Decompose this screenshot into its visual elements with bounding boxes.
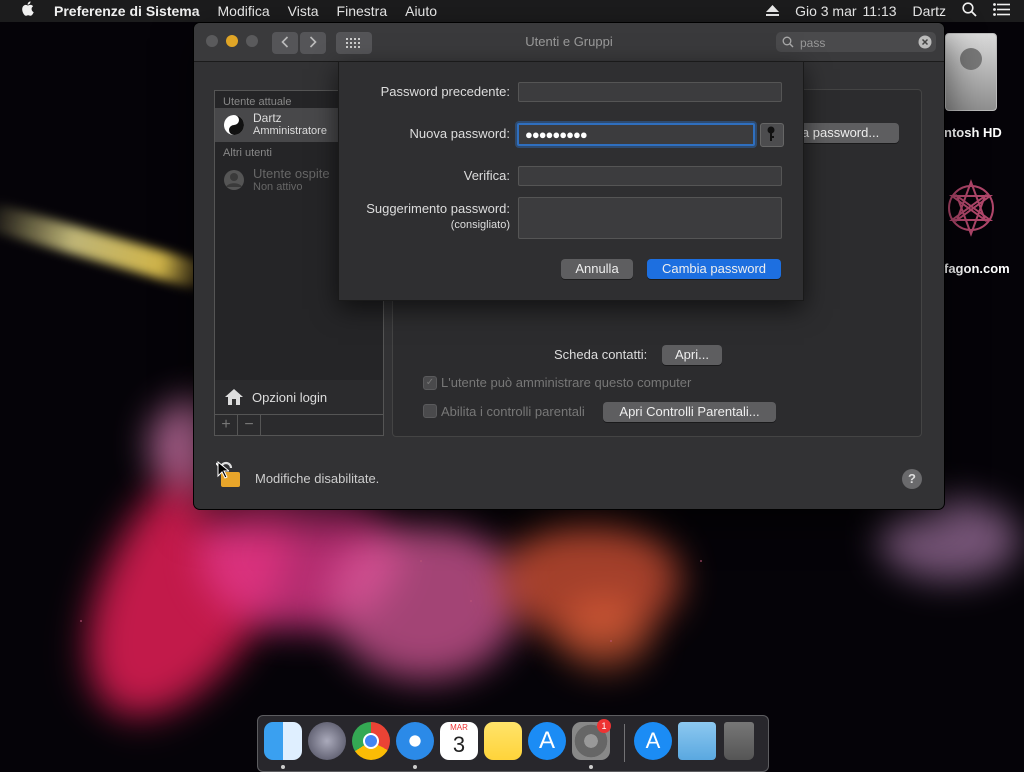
menu-vista[interactable]: Vista	[288, 3, 319, 19]
flower-icon[interactable]	[940, 168, 1002, 248]
add-remove-bar: + −	[214, 414, 384, 436]
login-options-item[interactable]: Opzioni login	[214, 380, 384, 415]
change-password-confirm-button[interactable]: Cambia password	[647, 259, 781, 279]
menu-bar: Preferenze di Sistema Modifica Vista Fin…	[0, 0, 1024, 22]
open-contact-button[interactable]: Apri...	[662, 345, 722, 365]
safari-running-indicator	[413, 765, 417, 769]
trash-icon[interactable]	[724, 722, 754, 760]
dock: MAR 3 A 1 A	[257, 715, 769, 772]
hard-disk-icon[interactable]	[945, 33, 997, 111]
hint-sub-label: (consigliato)	[450, 219, 510, 231]
search-input[interactable]	[798, 34, 912, 52]
password-assistant-button[interactable]	[760, 123, 784, 147]
website-label[interactable]: fagon.com	[944, 261, 1010, 276]
clear-search-icon[interactable]	[918, 35, 932, 49]
notification-center-icon[interactable]	[993, 3, 1010, 19]
notification-badge: 1	[597, 719, 611, 733]
dock-separator	[624, 724, 625, 762]
app-store-icon[interactable]: A	[528, 722, 566, 760]
contact-card-label: Scheda contatti:	[554, 347, 648, 362]
finder-running-indicator	[281, 765, 285, 769]
downloads-folder-icon[interactable]	[678, 722, 716, 760]
eject-icon[interactable]	[766, 3, 780, 19]
new-password-field[interactable]: ●●●●●●●●●	[517, 123, 755, 146]
search-field[interactable]	[776, 32, 936, 52]
menu-finestra[interactable]: Finestra	[337, 3, 388, 19]
calendar-day: 3	[452, 732, 466, 757]
mouse-cursor-icon	[217, 461, 229, 479]
search-icon	[782, 36, 794, 48]
menubar-time[interactable]: 11:13	[863, 3, 897, 19]
finder-icon[interactable]	[264, 722, 302, 760]
lock-status-text: Modifiche disabilitate.	[255, 471, 380, 486]
old-password-label: Password precedente:	[380, 84, 510, 99]
parental-controls-label: Abilita i controlli parentali	[441, 404, 585, 419]
open-parental-controls-button[interactable]: Apri Controlli Parentali...	[603, 402, 776, 422]
verify-label: Verifica:	[463, 168, 510, 183]
old-password-field[interactable]	[518, 82, 782, 102]
remove-user-button[interactable]: −	[238, 415, 261, 435]
safari-icon[interactable]	[396, 722, 434, 760]
cancel-button[interactable]: Annulla	[561, 259, 633, 279]
key-icon	[767, 126, 775, 141]
chrome-icon[interactable]	[352, 722, 390, 760]
window-titlebar[interactable]: Utenti e Gruppi	[194, 23, 944, 62]
admin-checkbox-label: L'utente può amministrare questo compute…	[441, 375, 692, 390]
hard-disk-label[interactable]: ntosh HD	[944, 125, 1002, 140]
applications-folder-icon[interactable]: A	[634, 722, 672, 760]
notes-icon[interactable]	[484, 722, 522, 760]
add-user-button[interactable]: +	[215, 415, 238, 435]
change-password-button[interactable]: ia password...	[797, 123, 899, 143]
menu-modifica[interactable]: Modifica	[218, 3, 270, 19]
verify-password-field[interactable]	[518, 166, 782, 186]
yin-yang-avatar-icon	[224, 115, 244, 135]
launchpad-icon[interactable]	[308, 722, 346, 760]
change-password-sheet: Password precedente: Nuova password: ●●●…	[338, 61, 804, 301]
menubar-user[interactable]: Dartz	[913, 3, 946, 19]
menu-app-name[interactable]: Preferenze di Sistema	[54, 3, 200, 19]
parental-controls-checkbox[interactable]	[423, 404, 437, 418]
apple-menu-icon[interactable]	[0, 1, 54, 21]
new-password-label: Nuova password:	[409, 126, 510, 141]
admin-checkbox[interactable]: ✓	[423, 376, 437, 390]
guest-user-icon	[224, 170, 244, 190]
menu-aiuto[interactable]: Aiuto	[405, 3, 437, 19]
house-icon	[225, 389, 243, 405]
password-hint-field[interactable]	[518, 197, 782, 239]
spotlight-search-icon[interactable]	[962, 2, 977, 20]
login-options-label: Opzioni login	[252, 389, 328, 405]
help-button[interactable]: ?	[902, 469, 922, 489]
prefs-running-indicator	[589, 765, 593, 769]
menubar-date[interactable]: Gio 3 mar	[795, 3, 856, 19]
hint-label: Suggerimento password:	[366, 201, 510, 216]
calendar-icon[interactable]: MAR 3	[440, 722, 478, 760]
